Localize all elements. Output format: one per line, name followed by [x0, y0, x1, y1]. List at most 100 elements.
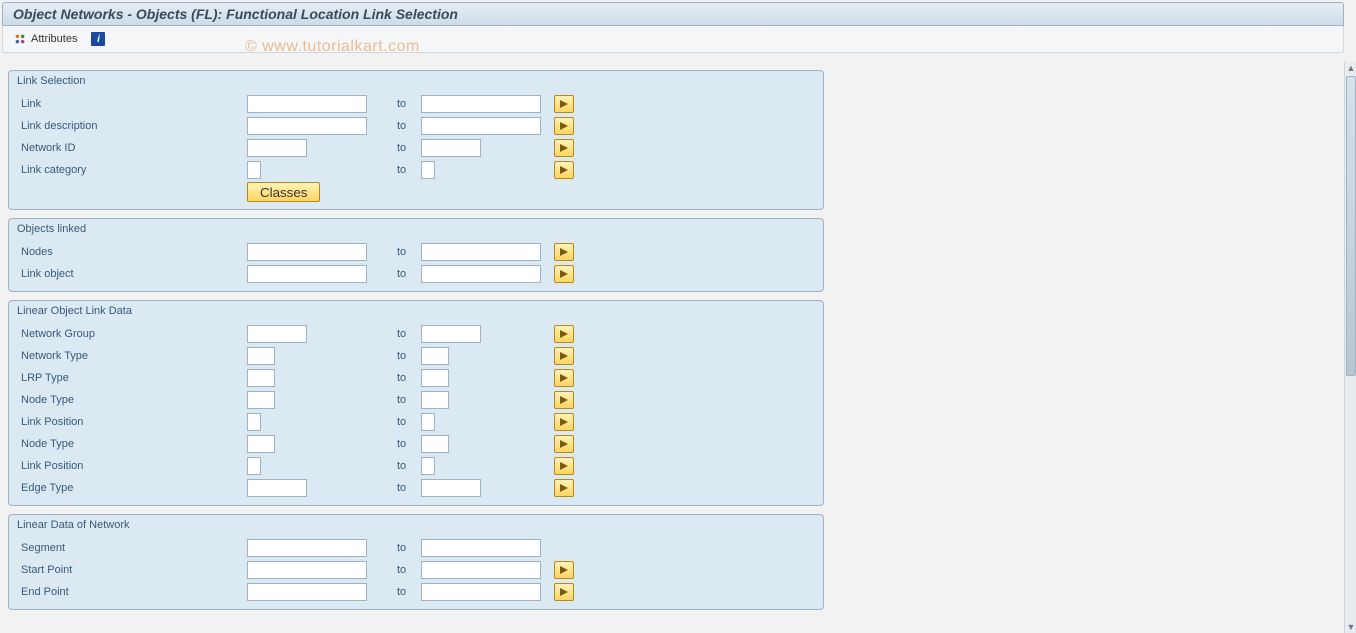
group-objects-linked: Objects linked Nodes to Link object to [8, 218, 824, 292]
multiple-selection-button[interactable] [554, 161, 574, 179]
link-desc-from-input[interactable] [247, 117, 367, 135]
to-label: to [367, 372, 421, 384]
multiple-selection-button[interactable] [554, 117, 574, 135]
nodes-to-input[interactable] [421, 243, 541, 261]
link-position-from-input[interactable] [247, 413, 261, 431]
link-position2-from-input[interactable] [247, 457, 261, 475]
label: Network Group [17, 328, 247, 340]
multiple-selection-button[interactable] [554, 391, 574, 409]
link-to-input[interactable] [421, 95, 541, 113]
multiple-selection-button[interactable] [554, 325, 574, 343]
label: Link object [17, 268, 247, 280]
multiple-selection-button[interactable] [554, 457, 574, 475]
to-label: to [367, 142, 421, 154]
multiple-selection-button[interactable] [554, 243, 574, 261]
vertical-scrollbar[interactable]: ▲ ▼ [1344, 62, 1356, 633]
label: Node Type [17, 438, 247, 450]
to-label: to [367, 164, 421, 176]
label: Link [17, 98, 247, 110]
row-node-type: Node Type to [9, 389, 823, 411]
multiple-selection-button[interactable] [554, 95, 574, 113]
lrp-type-from-input[interactable] [247, 369, 275, 387]
segment-from-input[interactable] [247, 539, 367, 557]
label: Network ID [17, 142, 247, 154]
group-title: Linear Data of Network [9, 515, 823, 537]
to-label: to [367, 268, 421, 280]
network-group-to-input[interactable] [421, 325, 481, 343]
group-title: Link Selection [9, 71, 823, 93]
info-button[interactable]: i [87, 30, 109, 48]
to-label: to [367, 328, 421, 340]
label: Link Position [17, 460, 247, 472]
to-label: to [367, 586, 421, 598]
multiple-selection-button[interactable] [554, 583, 574, 601]
row-lrp-type: LRP Type to [9, 367, 823, 389]
multiple-selection-button[interactable] [554, 561, 574, 579]
link-object-from-input[interactable] [247, 265, 367, 283]
row-end-point: End Point to [9, 581, 823, 603]
multiple-selection-button[interactable] [554, 347, 574, 365]
row-network-type: Network Type to [9, 345, 823, 367]
attributes-button[interactable]: Attributes [9, 30, 81, 48]
lrp-type-to-input[interactable] [421, 369, 449, 387]
start-point-to-input[interactable] [421, 561, 541, 579]
multiple-selection-button[interactable] [554, 139, 574, 157]
to-label: to [367, 460, 421, 472]
group-linear-data-of-network: Linear Data of Network Segment to Start … [8, 514, 824, 610]
label: Network Type [17, 350, 247, 362]
start-point-from-input[interactable] [247, 561, 367, 579]
row-segment: Segment to [9, 537, 823, 559]
multiple-selection-button[interactable] [554, 479, 574, 497]
segment-to-input[interactable] [421, 539, 541, 557]
group-title: Objects linked [9, 219, 823, 241]
to-label: to [367, 394, 421, 406]
to-label: to [367, 542, 421, 554]
network-type-from-input[interactable] [247, 347, 275, 365]
to-label: to [367, 438, 421, 450]
node-type-to-input[interactable] [421, 391, 449, 409]
multiple-selection-button[interactable] [554, 413, 574, 431]
network-id-to-input[interactable] [421, 139, 481, 157]
end-point-to-input[interactable] [421, 583, 541, 601]
label: Nodes [17, 246, 247, 258]
link-position2-to-input[interactable] [421, 457, 435, 475]
to-label: to [367, 98, 421, 110]
classes-button[interactable]: Classes [247, 182, 320, 202]
multiple-selection-button[interactable] [554, 369, 574, 387]
network-type-to-input[interactable] [421, 347, 449, 365]
node-type2-to-input[interactable] [421, 435, 449, 453]
scroll-up-arrow-icon[interactable]: ▲ [1345, 62, 1356, 74]
edge-type-to-input[interactable] [421, 479, 481, 497]
scroll-down-arrow-icon[interactable]: ▼ [1345, 621, 1356, 633]
label: Segment [17, 542, 247, 554]
label: Link description [17, 120, 247, 132]
row-link-category: Link category to [9, 159, 823, 181]
app-toolbar: Attributes i [2, 26, 1344, 53]
link-desc-to-input[interactable] [421, 117, 541, 135]
scroll-thumb[interactable] [1346, 76, 1356, 376]
row-link: Link to [9, 93, 823, 115]
network-id-from-input[interactable] [247, 139, 307, 157]
multiple-selection-button[interactable] [554, 435, 574, 453]
row-link-object: Link object to [9, 263, 823, 285]
network-group-from-input[interactable] [247, 325, 307, 343]
link-object-to-input[interactable] [421, 265, 541, 283]
link-from-input[interactable] [247, 95, 367, 113]
edge-type-from-input[interactable] [247, 479, 307, 497]
row-network-group: Network Group to [9, 323, 823, 345]
link-category-to-input[interactable] [421, 161, 435, 179]
end-point-from-input[interactable] [247, 583, 367, 601]
node-type-from-input[interactable] [247, 391, 275, 409]
label: Edge Type [17, 482, 247, 494]
group-linear-object-link-data: Linear Object Link Data Network Group to… [8, 300, 824, 506]
row-start-point: Start Point to [9, 559, 823, 581]
label: Link Position [17, 416, 247, 428]
link-category-from-input[interactable] [247, 161, 261, 179]
multiple-selection-button[interactable] [554, 265, 574, 283]
content-area: Link Selection Link to Link description … [2, 62, 1344, 633]
link-position-to-input[interactable] [421, 413, 435, 431]
row-network-id: Network ID to [9, 137, 823, 159]
row-link-position-2: Link Position to [9, 455, 823, 477]
nodes-from-input[interactable] [247, 243, 367, 261]
node-type2-from-input[interactable] [247, 435, 275, 453]
